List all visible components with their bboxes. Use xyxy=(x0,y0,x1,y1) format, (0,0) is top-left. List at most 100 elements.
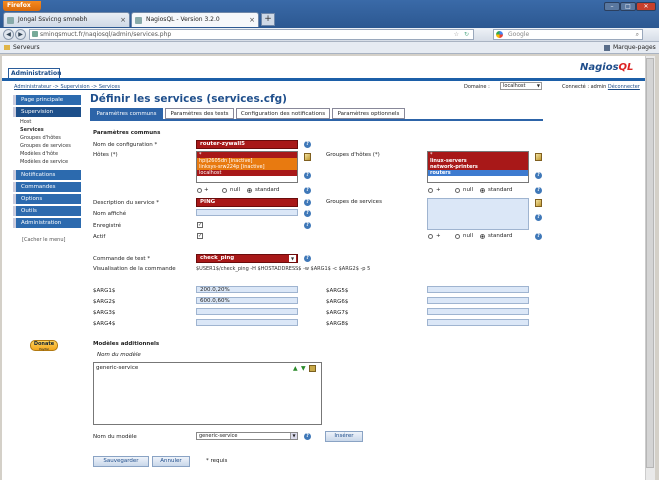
help-icon[interactable]: ? xyxy=(535,214,542,221)
close-tab-icon[interactable]: × xyxy=(249,13,255,27)
sidebar-item-options[interactable]: Options xyxy=(13,194,81,204)
close-tab-icon[interactable]: × xyxy=(120,13,126,27)
description-field[interactable]: PING xyxy=(196,198,298,207)
hosts-radio-null[interactable] xyxy=(222,188,227,193)
edit-icon[interactable] xyxy=(535,153,542,161)
help-icon[interactable]: ? xyxy=(304,199,311,206)
browser-tab-1[interactable]: Jongal Ssvicng smnebh × xyxy=(3,12,130,27)
section-common-heading: Paramètres communs xyxy=(93,130,161,136)
help-icon[interactable]: ? xyxy=(535,172,542,179)
arg6-field[interactable] xyxy=(427,297,529,304)
forward-arrow-icon[interactable]: ▶ xyxy=(15,29,26,40)
templates-listbox[interactable]: generic-service ▲ ▼ xyxy=(93,362,322,425)
page-title: Définir les services (services.cfg) xyxy=(90,93,287,105)
insert-button[interactable]: Insérer xyxy=(325,431,363,442)
sidebar-item-supervision[interactable]: Supervision xyxy=(13,107,81,117)
minimize-icon[interactable]: – xyxy=(604,2,620,11)
trash-icon[interactable] xyxy=(309,365,316,372)
servicegroups-radio-standard[interactable] xyxy=(480,234,485,239)
edit-icon[interactable] xyxy=(304,153,311,161)
hostgroups-listbox[interactable]: * linux-servers network-printers routers xyxy=(427,151,529,183)
logo-text-nagios: Nagios xyxy=(580,62,619,73)
config-name-field[interactable]: router-zywall5 xyxy=(196,140,298,149)
template-select[interactable]: generic-service ▼ xyxy=(196,432,298,440)
servicegroups-listbox[interactable] xyxy=(427,198,529,230)
back-arrow-icon[interactable]: ◀ xyxy=(3,29,14,40)
sidebar-subitem-servicegroups[interactable]: Groupes de services xyxy=(20,143,71,149)
tab-optional-parameters[interactable]: Paramètres optionnels xyxy=(332,108,405,119)
sidebar-subitem-host[interactable]: Host xyxy=(20,119,31,125)
help-icon[interactable]: ? xyxy=(535,233,542,240)
help-icon[interactable]: ? xyxy=(304,255,311,262)
new-tab-button[interactable]: + xyxy=(261,13,275,26)
arrow-down-icon[interactable]: ▼ xyxy=(301,365,306,372)
sidebar-subitem-services[interactable]: Services xyxy=(20,127,44,133)
sidebar-subitem-service-templates[interactable]: Modèles de service xyxy=(20,159,68,165)
scrollbar-thumb[interactable] xyxy=(646,58,654,468)
firefox-menu-button[interactable]: Firefox xyxy=(3,1,41,11)
breadcrumb[interactable]: Administrateur -> Supervision -> Service… xyxy=(14,84,120,90)
search-icon[interactable]: ⌕ xyxy=(636,30,639,39)
command-view-value: $USER1$/check_ping -H $HOSTADDRESS$ -w $… xyxy=(196,266,371,272)
tab-notification-config[interactable]: Configuration des notifications xyxy=(236,108,330,119)
arg3-label: $ARG3$ xyxy=(93,310,116,316)
cancel-button[interactable]: Annuler xyxy=(152,456,190,467)
help-icon[interactable]: ? xyxy=(304,433,311,440)
donate-button[interactable]: Donate PayPal xyxy=(30,340,58,351)
star-icon[interactable]: ☆ xyxy=(454,30,459,39)
help-icon[interactable]: ? xyxy=(304,141,311,148)
url-input[interactable]: sminqsmuct.fr/naqiosql/admin/services.ph… xyxy=(29,29,474,40)
servicegroups-radio-plus[interactable] xyxy=(428,234,433,239)
hide-menu-link[interactable]: [Cacher le menu] xyxy=(22,237,65,243)
active-checkbox[interactable]: ✓ xyxy=(197,233,203,239)
reload-icon[interactable]: ↻ xyxy=(464,30,469,39)
servicegroups-radio-null[interactable] xyxy=(455,234,460,239)
tab-common-parameters[interactable]: Paramètres communs xyxy=(90,108,163,119)
host-option[interactable]: localhost xyxy=(197,170,297,176)
edit-icon[interactable] xyxy=(535,199,542,207)
help-icon[interactable]: ? xyxy=(304,187,311,194)
help-icon[interactable]: ? xyxy=(535,187,542,194)
browser-tab-2[interactable]: NagiosQL - Version 3.2.0 × xyxy=(131,12,259,27)
hostgroups-radio-standard[interactable] xyxy=(480,188,485,193)
check-command-select[interactable]: check_ping ▼ xyxy=(196,254,298,263)
hosts-radio-plus[interactable] xyxy=(197,188,202,193)
arg7-field[interactable] xyxy=(427,308,529,315)
sidebar-item-notifications[interactable]: Notifications xyxy=(13,170,81,180)
help-icon[interactable]: ? xyxy=(304,222,311,229)
arg5-field[interactable] xyxy=(427,286,529,293)
hostgroups-radio-plus[interactable] xyxy=(428,188,433,193)
help-icon[interactable]: ? xyxy=(304,210,311,217)
arg2-field[interactable]: 600.0,60% xyxy=(196,297,298,304)
admin-top-tab[interactable]: Administration xyxy=(8,68,61,78)
registered-checkbox[interactable]: ✓ xyxy=(197,222,203,228)
help-icon[interactable]: ? xyxy=(304,172,311,179)
arg1-field[interactable]: 200.0,20% xyxy=(196,286,298,293)
sidebar-item-tools[interactable]: Outils xyxy=(13,206,81,216)
hostgroup-option[interactable]: routers xyxy=(428,170,528,176)
save-button[interactable]: Sauvegarder xyxy=(93,456,149,467)
arg4-field[interactable] xyxy=(196,319,298,326)
arg3-field[interactable] xyxy=(196,308,298,315)
sidebar-item-home[interactable]: Page principale xyxy=(13,95,81,105)
arrow-up-icon[interactable]: ▲ xyxy=(293,365,298,372)
config-name-label: Nom de configuration * xyxy=(93,142,158,148)
sidebar-subitem-host-templates[interactable]: Modèles d'hôte xyxy=(20,151,58,157)
close-window-icon[interactable]: ✕ xyxy=(636,2,656,11)
search-input[interactable]: Google ⌕ xyxy=(493,29,643,40)
maximize-icon[interactable]: □ xyxy=(620,2,636,11)
disconnect-link[interactable]: Déconnecter xyxy=(608,84,640,90)
hostgroups-radio-null[interactable] xyxy=(455,188,460,193)
hosts-listbox[interactable]: * hpij2605dn [inactive] linksys-srw224p … xyxy=(196,151,298,183)
arg8-field[interactable] xyxy=(427,319,529,326)
hosts-radio-standard[interactable] xyxy=(247,188,252,193)
bookmark-serveurs[interactable]: Serveurs xyxy=(13,42,40,54)
sidebar-subitem-hostgroups[interactable]: Groupes d'hôtes xyxy=(20,135,61,141)
display-name-field[interactable] xyxy=(196,209,298,216)
bookmarks-menu[interactable]: Marque-pages xyxy=(613,42,656,54)
sidebar-item-commands[interactable]: Commandes xyxy=(13,182,81,192)
tab-check-parameters[interactable]: Paramètres des tests xyxy=(165,108,234,119)
domain-select[interactable]: localhost ▼ xyxy=(500,82,542,90)
sidebar-item-administration[interactable]: Administration xyxy=(13,218,81,228)
template-entry[interactable]: generic-service xyxy=(96,365,138,371)
